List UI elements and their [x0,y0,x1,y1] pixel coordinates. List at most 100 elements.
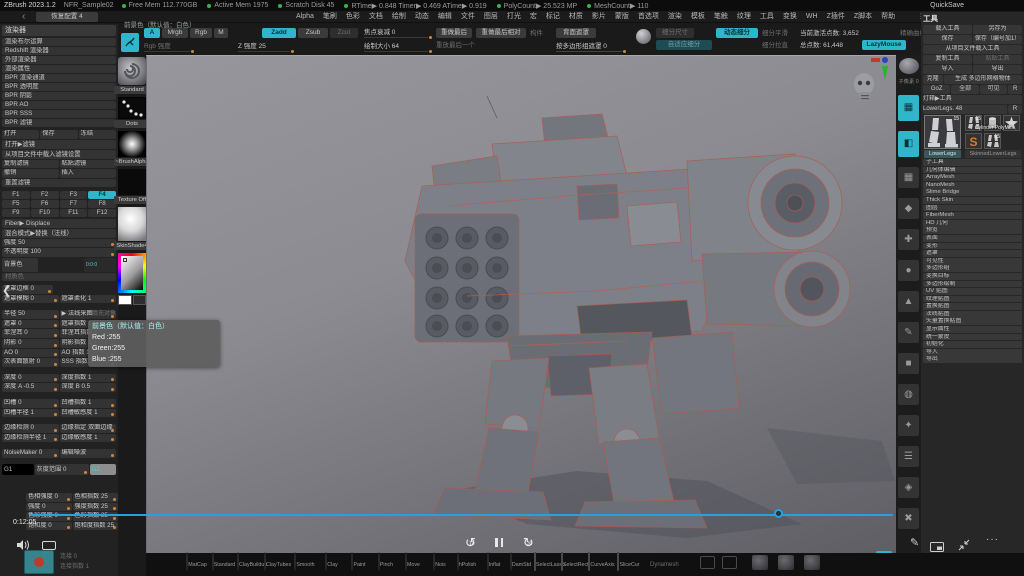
tool-section-button[interactable]: 导出 [923,356,1022,363]
brush-slot[interactable]: SelectLasso [534,553,561,571]
menu-item[interactable]: 文档 [369,11,383,23]
mesh-preview-thumb[interactable] [778,555,794,570]
brush-slot[interactable]: Clay [318,553,345,571]
tool-section-button[interactable]: 显示属性 [923,326,1022,333]
menu-item[interactable]: 纹理 [737,11,751,23]
fkey-button[interactable]: F5 [2,200,30,208]
tool-section-button[interactable]: 多边形组 [923,265,1022,272]
render-option-button[interactable]: 渲染属性 [2,65,116,73]
load-tool-button[interactable]: 载入工具 [923,25,972,34]
slider[interactable]: 凹槽半径 1 [2,409,59,418]
collapse-icon[interactable] [958,538,970,556]
tool-section-button[interactable]: 几何体编辑 [923,167,1022,174]
menu-item[interactable]: 工具 [760,11,774,23]
brush-slot[interactable]: SelectRect [561,553,588,571]
slider[interactable]: 凹槽指数 1 [60,399,117,408]
focal-shift-slider[interactable]: 焦点衰减 0 [364,28,428,38]
menu-item[interactable]: Z插件 [827,11,845,23]
tool-section-button[interactable]: 遮罩 [923,250,1022,257]
render-option-button[interactable]: 渲染布尔运算 [2,38,116,46]
component-label[interactable]: 构件 [530,29,543,39]
load-filter-settings-button[interactable]: 从项目文件中载入滤镜设置 [2,150,116,159]
slider[interactable]: 深度 B 0.5 [60,383,117,392]
rgb-button[interactable]: Rgb [190,28,212,38]
slider[interactable]: AO 0 [2,349,59,358]
tool-section-button[interactable]: 矢量置换贴图 [923,318,1022,325]
dock-icon[interactable]: ✦ [898,415,919,436]
render-option-button[interactable]: BPR 滤镜 [2,119,116,127]
brush-slot[interactable]: Nois [426,553,453,571]
zcut-button[interactable]: Zcut [330,28,358,38]
forward-30-button[interactable]: ↻30 [523,535,534,551]
import-button[interactable]: 导入 [923,65,972,74]
more-options-icon[interactable]: ··· [986,534,999,545]
render-option-button[interactable]: BPR 渲染通道 [2,74,116,82]
slider[interactable]: 凹槽 0 [2,399,59,408]
rgb-intensity-slider[interactable]: Rgb 强度 [144,42,190,52]
tool-section-button[interactable]: 图层 [923,205,1022,212]
brush-slot[interactable]: hPolish [453,553,480,571]
slider[interactable]: 凹槽敏感度 1 [60,409,117,418]
goz-all-button[interactable]: 全部 [951,85,978,94]
z-intensity-slider[interactable]: Z 强度 25 [238,42,290,52]
menu-item[interactable]: 文件 [461,11,475,23]
menu-item[interactable]: 打光 [507,11,521,23]
menu-item[interactable]: 帮助 [881,11,895,23]
tool-thumbnail-simplebrush[interactable]: S [965,133,982,149]
tool-section-button[interactable]: UV 贴图 [923,288,1022,295]
mesh-preview-thumb[interactable] [804,555,820,570]
undo-button[interactable]: 撤销 [2,169,59,178]
menu-item[interactable]: 图层 [484,11,498,23]
g2-swatch[interactable]: G2 [90,464,117,475]
brush-slot[interactable]: DamStd [507,553,534,571]
dock-active-icon[interactable]: ◧ [898,131,919,157]
insert-button[interactable]: 插入 [60,169,117,178]
goz-button[interactable]: GoZ [923,85,950,94]
menu-item[interactable]: 色彩 [346,11,360,23]
tool-section-button[interactable]: 初始化 [923,341,1022,348]
tool-section-button[interactable]: ArrayMesh [923,174,1022,181]
g1-swatch[interactable]: G1 [2,464,34,475]
selected-tool-label[interactable]: LowerLegs [924,150,961,158]
menu-item[interactable]: 材质 [569,11,583,23]
brush-slot[interactable]: ClayBuildup [237,553,264,571]
timeline-track[interactable] [30,514,893,516]
slider[interactable]: 强度 0 [26,503,72,512]
restore-config-chip[interactable]: 恢复配置 4 [36,12,98,22]
adaptive-subdiv-button[interactable]: 自适应细分 [656,40,712,50]
gray-range-slider[interactable]: 灰度范围 0 [35,464,89,475]
timeline-playhead[interactable] [774,509,783,518]
texture-thumbnail[interactable] [118,169,146,195]
tool-section-button[interactable]: 多边形绘制 [923,281,1022,288]
frame-tool-icon[interactable] [700,556,715,569]
paste-filter-button[interactable]: 粘贴滤镜 [60,160,117,169]
second-tool-label[interactable]: SkinnedLowerLegs [965,150,1021,158]
dock-icon[interactable]: ✖ [898,508,919,529]
render-option-button[interactable]: 外部渲染器 [2,56,116,64]
menu-item[interactable]: 渲染 [668,11,682,23]
dynamic-subdiv-button[interactable]: 动态细分 [716,28,758,38]
render-palette-header[interactable]: 渲染器 [2,25,116,36]
fkey-button[interactable]: F3 [60,191,88,199]
primary-color-swatch[interactable] [118,295,132,305]
tool-section-button[interactable]: Thick Skin [923,197,1022,204]
subdiv-straighten-label[interactable]: 细分拉直 [762,41,788,51]
tool-palette-title[interactable]: 工具 [923,13,938,24]
goz-r-button[interactable]: R [1008,85,1022,94]
menu-item[interactable]: 变换 [783,11,797,23]
tool-section-button[interactable]: 可见性 [923,258,1022,265]
brush-slot[interactable]: SliceCur [615,553,642,571]
redo-last-button[interactable]: 重做最后 [436,28,472,38]
tool-section-button[interactable]: 统一蒙皮 [923,334,1022,341]
replay-last-label[interactable]: 重放最后一个 [436,41,475,51]
frame-tool-icon[interactable] [722,556,737,569]
brush-slot[interactable]: Smooth [291,553,318,571]
pause-button[interactable] [494,534,505,552]
menu-item[interactable]: 首选项 [638,11,659,23]
slider[interactable]: 色相指数 25 [73,493,119,502]
tool-section-button[interactable]: 法线贴图 [923,311,1022,318]
brush-slot[interactable]: MatCap [183,553,210,571]
brush-slot[interactable]: ClayTubes [264,553,291,571]
slider[interactable]: 边缘指定 双面边缘 [60,424,117,433]
lazymouse-button[interactable]: LazyMouse [862,40,906,50]
